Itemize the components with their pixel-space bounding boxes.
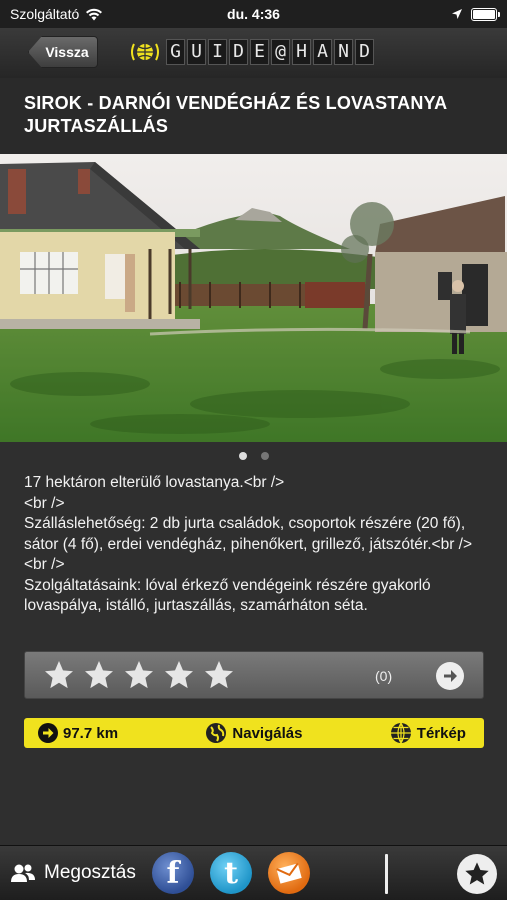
brand-letter: E xyxy=(250,39,269,65)
grid-globe-icon xyxy=(390,722,411,744)
brand-letter: D xyxy=(229,39,248,65)
arrow-right-circle-icon xyxy=(38,723,58,743)
rating-bar[interactable]: (0) xyxy=(24,651,484,699)
location-arrow-icon xyxy=(452,9,462,19)
rating-star-icon[interactable] xyxy=(203,658,235,692)
globe-signal-icon xyxy=(131,43,159,61)
farm-photo-image xyxy=(0,154,507,442)
carrier-label: Szolgáltató xyxy=(10,6,80,22)
brand-letter: A xyxy=(313,39,332,65)
rating-count: (0) xyxy=(375,668,393,684)
gallery-page-indicator[interactable] xyxy=(0,452,507,460)
people-icon xyxy=(11,864,35,882)
toolbar-divider xyxy=(385,854,388,894)
envelope-icon xyxy=(276,862,302,884)
brand-letter: I xyxy=(208,39,227,65)
globe-icon xyxy=(206,723,227,743)
page-title: SIROK - DARNÓI VENDÉGHÁZ ÉS LOVASTANYA J… xyxy=(24,93,447,136)
facebook-icon: f xyxy=(166,856,180,891)
brand-letter: U xyxy=(187,39,206,65)
status-bar: Szolgáltató du. 4:36 xyxy=(0,0,507,28)
share-button[interactable]: Megosztás xyxy=(10,862,136,884)
distance-button[interactable]: 97.7 km xyxy=(38,723,118,743)
page-dot-active[interactable] xyxy=(238,452,247,460)
rating-star-icon[interactable] xyxy=(83,658,115,692)
email-button[interactable] xyxy=(268,852,310,894)
twitter-button[interactable]: t xyxy=(210,852,252,894)
map-button[interactable]: Térkép xyxy=(390,722,466,744)
battery-icon xyxy=(471,7,500,21)
twitter-icon: t xyxy=(224,856,238,891)
nav-bar: Vissza G U I D E @ H A N D xyxy=(0,28,507,78)
rating-star-icon[interactable] xyxy=(123,658,155,692)
gallery-photo[interactable] xyxy=(0,154,507,442)
brand-wordmark: G U I D E @ H A N D xyxy=(166,39,374,65)
navigation-label: Navigálás xyxy=(232,724,303,742)
status-left: Szolgáltató xyxy=(10,6,103,22)
share-label: Megosztás xyxy=(44,862,136,883)
description-body: 17 hektáron elterülő lovastanya.<br /> <… xyxy=(24,474,473,614)
rating-star-icon[interactable] xyxy=(163,658,195,692)
brand-letter: N xyxy=(334,39,353,65)
map-label: Térkép xyxy=(416,724,466,742)
brand-letter: @ xyxy=(271,39,290,65)
bottom-toolbar: Megosztás f t xyxy=(0,845,507,900)
back-button[interactable]: Vissza xyxy=(28,36,98,68)
star-rating[interactable] xyxy=(43,658,235,692)
brand-logo: G U I D E @ H A N D xyxy=(130,38,374,66)
brand-letter: H xyxy=(292,39,311,65)
navigation-button[interactable]: Navigálás xyxy=(205,722,302,744)
wifi-icon xyxy=(86,8,103,20)
action-bar: 97.7 km Navigálás Térkép xyxy=(24,718,484,748)
title-section: SIROK - DARNÓI VENDÉGHÁZ ÉS LOVASTANYA J… xyxy=(0,78,507,154)
arrow-right-icon xyxy=(444,670,457,682)
rating-star-icon[interactable] xyxy=(43,658,75,692)
favorite-button[interactable] xyxy=(457,854,497,894)
status-right xyxy=(451,7,500,21)
page-dot[interactable] xyxy=(260,452,269,460)
description-text: 17 hektáron elterülő lovastanya.<br /> <… xyxy=(24,473,489,617)
brand-letter: D xyxy=(355,39,374,65)
star-icon xyxy=(465,862,489,885)
distance-label: 97.7 km xyxy=(63,724,119,742)
rating-next-button[interactable] xyxy=(436,662,464,690)
brand-letter: G xyxy=(166,39,185,65)
facebook-button[interactable]: f xyxy=(152,852,194,894)
